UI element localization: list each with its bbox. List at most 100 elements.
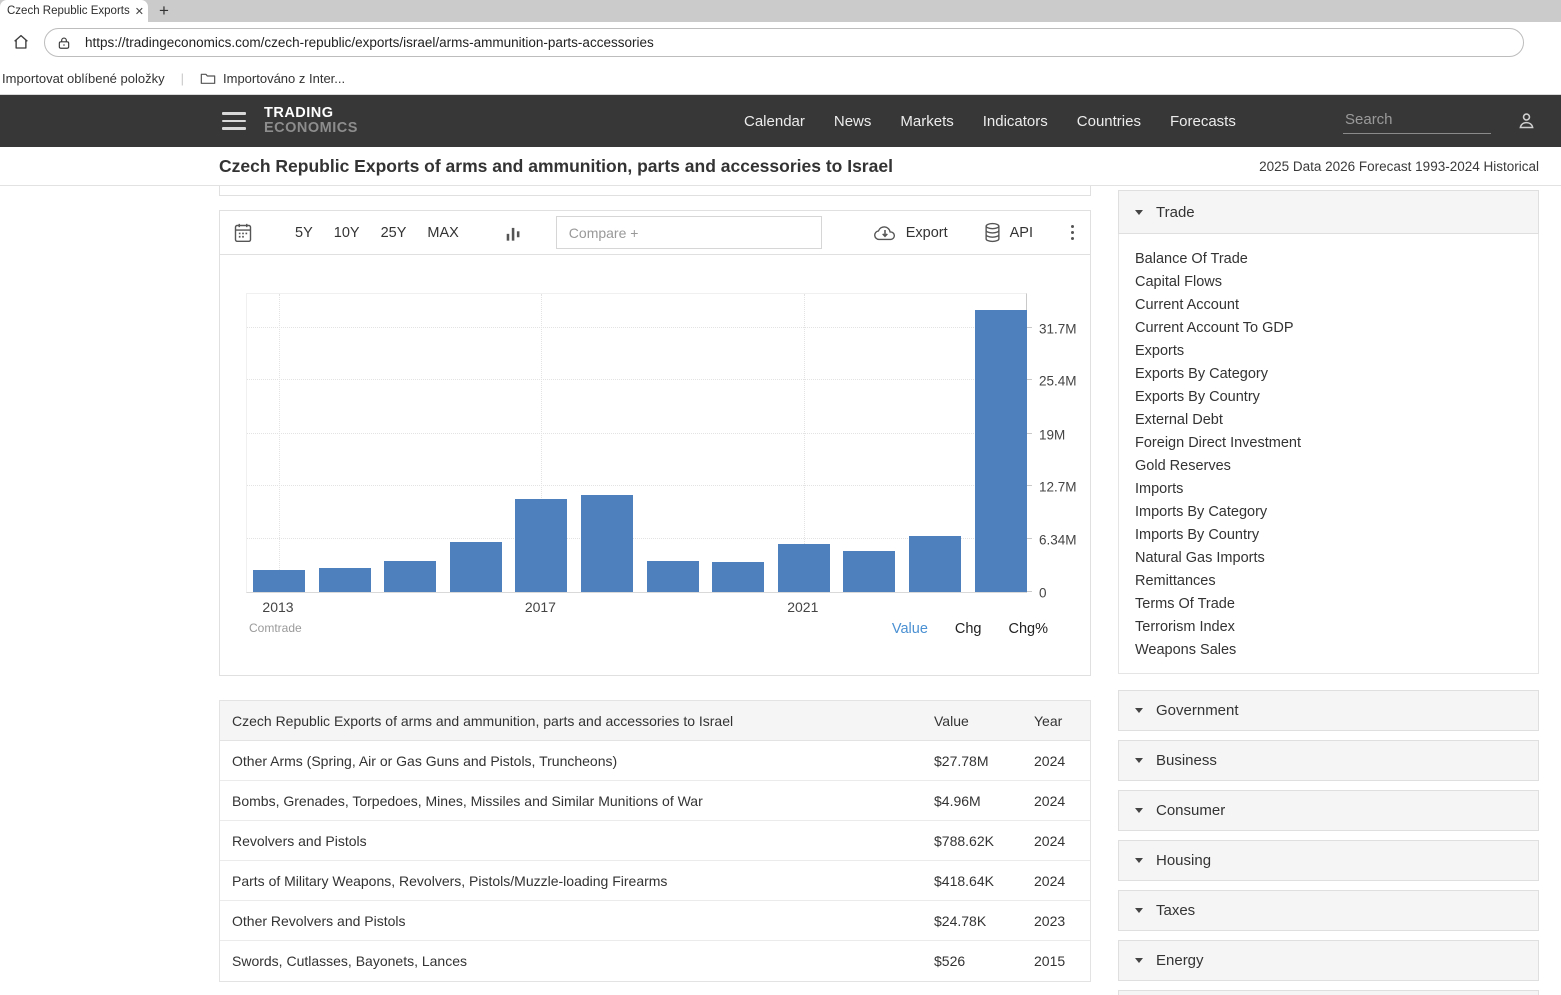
nav-item-markets[interactable]: Markets	[900, 113, 953, 130]
chevron-down-icon	[1135, 958, 1143, 963]
export-button[interactable]: Export	[873, 224, 948, 242]
chart-type-icon[interactable]	[505, 223, 522, 243]
sidebar-link-imports-by-country[interactable]: Imports By Country	[1135, 524, 1538, 547]
search-input[interactable]	[1343, 109, 1491, 134]
sidebar-link-current-account[interactable]: Current Account	[1135, 294, 1538, 317]
bookmark-import-favorites[interactable]: Importovat oblíbené položky	[0, 71, 167, 86]
trade-links-list: Balance Of TradeCapital FlowsCurrent Acc…	[1118, 234, 1539, 674]
nav-item-calendar[interactable]: Calendar	[744, 113, 805, 130]
range-button-10y[interactable]: 10Y	[334, 225, 360, 241]
bar-2024[interactable]	[975, 310, 1027, 593]
sidebar-link-exports-by-category[interactable]: Exports By Category	[1135, 363, 1538, 386]
bar-2022[interactable]	[843, 551, 895, 592]
chevron-down-icon	[1135, 210, 1143, 215]
sidebar-link-imports[interactable]: Imports	[1135, 478, 1538, 501]
bar-2017[interactable]	[515, 499, 567, 592]
gridline-horizontal	[247, 327, 1026, 328]
sidebar-link-external-debt[interactable]: External Debt	[1135, 409, 1538, 432]
sidebar-link-balance-of-trade[interactable]: Balance Of Trade	[1135, 248, 1538, 271]
chart-card: 5Y 10Y 25Y MAX Export API	[219, 210, 1091, 676]
export-label: Export	[906, 225, 948, 241]
mode-link-chg[interactable]: Chg%	[1009, 621, 1049, 637]
sidebar-link-remittances[interactable]: Remittances	[1135, 570, 1538, 593]
sidebar-link-exports[interactable]: Exports	[1135, 340, 1538, 363]
bar-2015[interactable]	[384, 561, 436, 592]
bar-2018[interactable]	[581, 495, 633, 592]
menu-icon[interactable]	[222, 112, 246, 135]
api-button[interactable]: API	[984, 222, 1033, 243]
table-row[interactable]: Other Revolvers and Pistols$24.78K2023	[220, 901, 1090, 941]
section-label: Housing	[1156, 852, 1211, 869]
bar-2019[interactable]	[647, 561, 699, 592]
sidebar-link-imports-by-category[interactable]: Imports By Category	[1135, 501, 1538, 524]
chart-source: Comtrade	[249, 621, 302, 635]
gridline-horizontal	[247, 433, 1026, 434]
nav-item-news[interactable]: News	[834, 113, 872, 130]
sidebar-link-natural-gas-imports[interactable]: Natural Gas Imports	[1135, 547, 1538, 570]
bookmark-imported-folder[interactable]: Importováno z Inter...	[198, 71, 347, 86]
mode-link-value[interactable]: Value	[892, 621, 928, 637]
browser-tab[interactable]: Czech Republic Exports of arms a ✕	[0, 0, 148, 22]
sidebar-link-terrorism-index[interactable]: Terrorism Index	[1135, 616, 1538, 639]
table-row[interactable]: Parts of Military Weapons, Revolvers, Pi…	[220, 861, 1090, 901]
site-logo[interactable]: TRADING ECONOMICS	[264, 106, 358, 135]
mode-link-chg[interactable]: Chg	[955, 621, 982, 637]
sidebar-section-trade[interactable]: Trade	[1118, 190, 1539, 234]
address-bar[interactable]: https://tradingeconomics.com/czech-repub…	[44, 28, 1524, 57]
row-category: Other Revolvers and Pistols	[220, 913, 934, 929]
bar-2013[interactable]	[253, 570, 305, 592]
sidebar-link-weapons-sales[interactable]: Weapons Sales	[1135, 639, 1538, 662]
y-axis-tick	[1026, 379, 1032, 380]
sidebar-section-housing[interactable]: Housing	[1118, 840, 1539, 881]
nav-item-countries[interactable]: Countries	[1077, 113, 1141, 130]
next-section-cutoff	[1118, 990, 1539, 995]
sidebar-link-foreign-direct-investment[interactable]: Foreign Direct Investment	[1135, 432, 1538, 455]
sidebar-section-government[interactable]: Government	[1118, 690, 1539, 731]
more-options-icon[interactable]	[1071, 225, 1074, 240]
bar-2016[interactable]	[450, 542, 502, 592]
compare-input[interactable]	[557, 217, 821, 248]
url-text: https://tradingeconomics.com/czech-repub…	[85, 35, 654, 50]
table-row[interactable]: Bombs, Grenades, Torpedoes, Mines, Missi…	[220, 781, 1090, 821]
chart-plot-area[interactable]	[246, 293, 1027, 593]
table-header-value: Value	[934, 713, 1034, 729]
row-category: Other Arms (Spring, Air or Gas Guns and …	[220, 753, 934, 769]
tab-close-icon[interactable]: ✕	[135, 5, 144, 18]
logo-line-2: ECONOMICS	[264, 121, 358, 136]
new-tab-button[interactable]: +	[152, 0, 176, 22]
table-row[interactable]: Other Arms (Spring, Air or Gas Guns and …	[220, 741, 1090, 781]
sidebar-link-current-account-to-gdp[interactable]: Current Account To GDP	[1135, 317, 1538, 340]
sidebar-section-energy[interactable]: Energy	[1118, 940, 1539, 981]
nav-item-forecasts[interactable]: Forecasts	[1170, 113, 1236, 130]
sidebar-link-capital-flows[interactable]: Capital Flows	[1135, 271, 1538, 294]
bar-2021[interactable]	[778, 544, 830, 592]
range-button-max[interactable]: MAX	[427, 225, 458, 241]
sidebar-section-business[interactable]: Business	[1118, 740, 1539, 781]
y-axis-tick	[1026, 327, 1032, 328]
row-value: $4.96M	[934, 793, 1034, 809]
sidebar-link-terms-of-trade[interactable]: Terms Of Trade	[1135, 593, 1538, 616]
bar-2023[interactable]	[909, 536, 961, 592]
site-lock-icon[interactable]	[57, 36, 71, 50]
chart-toolbar: 5Y 10Y 25Y MAX Export API	[220, 211, 1090, 255]
range-button-5y[interactable]: 5Y	[295, 225, 313, 241]
user-account-icon[interactable]	[1516, 110, 1537, 131]
table-header-name: Czech Republic Exports of arms and ammun…	[220, 713, 934, 729]
calendar-icon[interactable]	[233, 222, 253, 244]
row-value: $418.64K	[934, 873, 1034, 889]
bookmarks-bar: Importovat oblíbené položky | Importován…	[0, 62, 1561, 95]
y-axis-tick	[1026, 591, 1032, 592]
sidebar-link-gold-reserves[interactable]: Gold Reserves	[1135, 455, 1538, 478]
sidebar-link-exports-by-country[interactable]: Exports By Country	[1135, 386, 1538, 409]
gridline-horizontal	[247, 379, 1026, 380]
bar-2014[interactable]	[319, 568, 371, 592]
table-row[interactable]: Revolvers and Pistols$788.62K2024	[220, 821, 1090, 861]
home-icon[interactable]	[12, 33, 30, 51]
range-button-25y[interactable]: 25Y	[381, 225, 407, 241]
table-header-row: Czech Republic Exports of arms and ammun…	[220, 701, 1090, 741]
nav-item-indicators[interactable]: Indicators	[983, 113, 1048, 130]
sidebar-section-taxes[interactable]: Taxes	[1118, 890, 1539, 931]
sidebar-section-consumer[interactable]: Consumer	[1118, 790, 1539, 831]
table-row[interactable]: Swords, Cutlasses, Bayonets, Lances$5262…	[220, 941, 1090, 981]
bar-2020[interactable]	[712, 562, 764, 592]
